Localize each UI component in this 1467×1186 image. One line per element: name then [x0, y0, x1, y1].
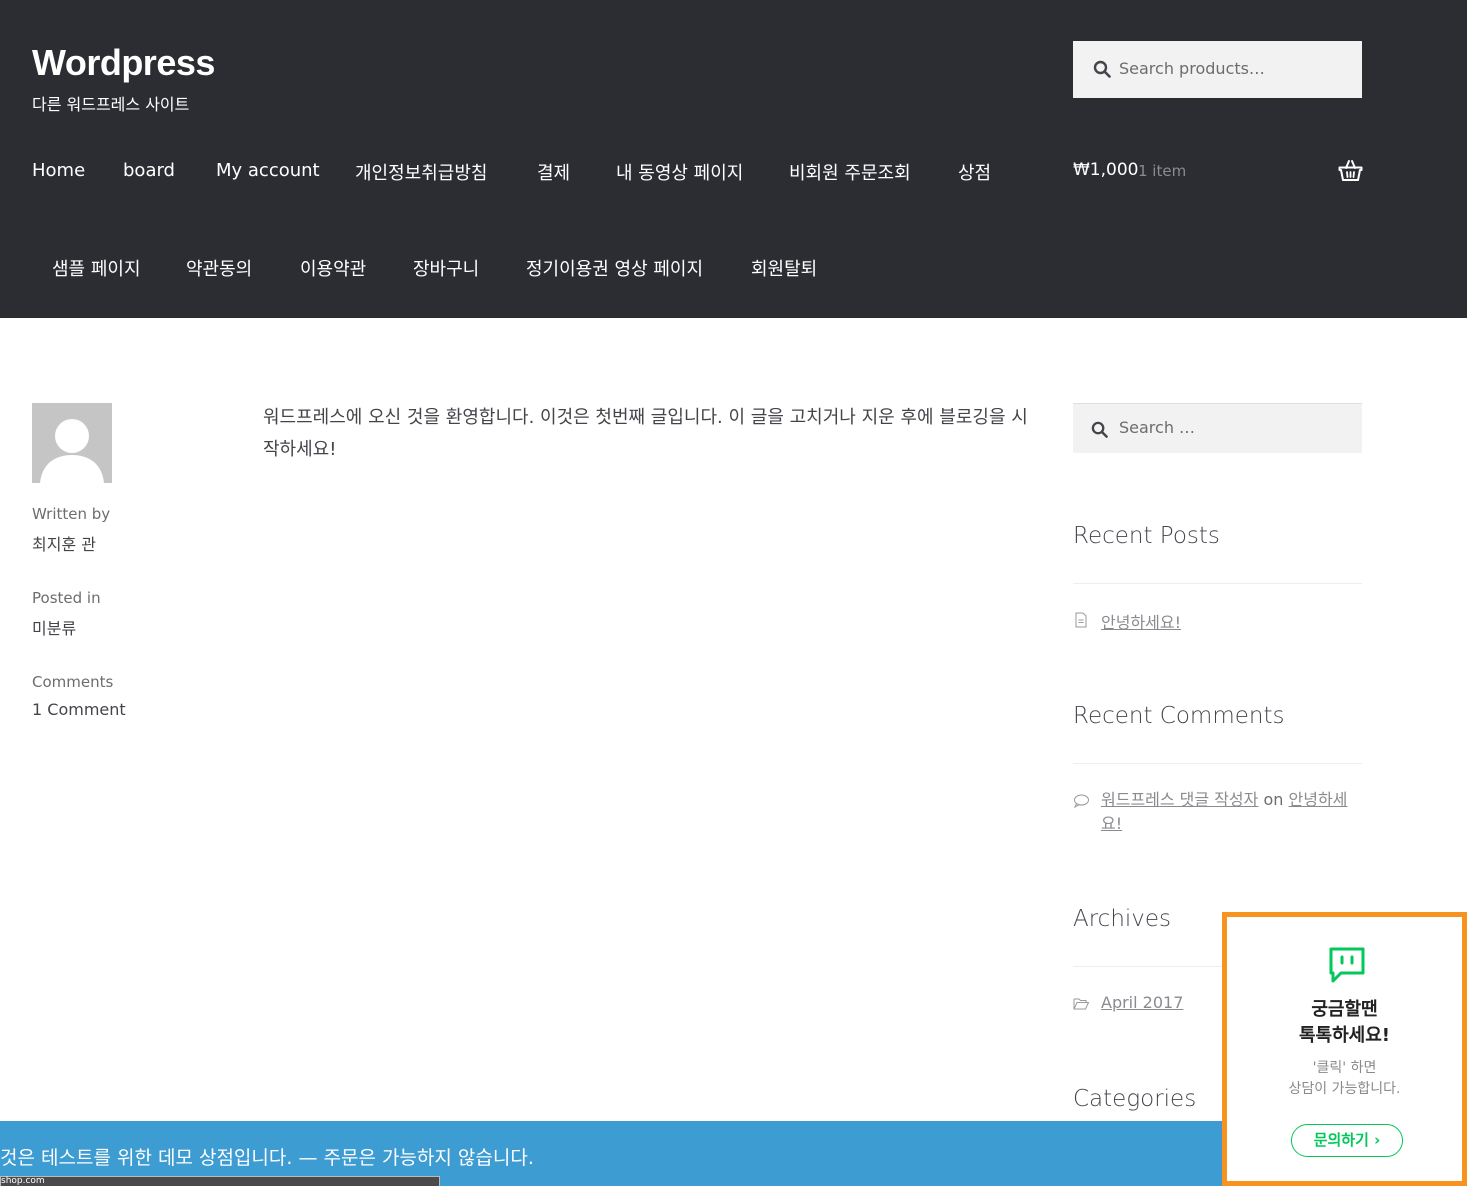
- meta-category[interactable]: 미분류: [32, 615, 76, 639]
- inquiry-button[interactable]: 문의하기 ›: [1291, 1124, 1403, 1157]
- nav-item-my-account[interactable]: My account: [216, 160, 320, 181]
- nav-item-guest-order-lookup[interactable]: 비회원 주문조회: [789, 159, 911, 185]
- status-url-text: shop.com: [1, 1176, 45, 1186]
- comment-on-text: on: [1263, 790, 1284, 809]
- site-title[interactable]: Wordpress: [32, 42, 215, 84]
- archive-link[interactable]: April 2017: [1101, 993, 1183, 1012]
- meta-author[interactable]: 최지훈 관: [32, 531, 96, 555]
- cart-count[interactable]: 1 item: [1138, 162, 1186, 180]
- nav-item-sample-page[interactable]: 샘플 페이지: [52, 255, 141, 281]
- post-content: 워드프레스에 오신 것을 환영합니다. 이것은 첫번째 글입니다. 이 글을 고…: [263, 407, 1028, 460]
- chat-headline-line2: 톡톡하세요!: [1298, 1025, 1390, 1046]
- product-search-placeholder: Search products…: [1119, 59, 1265, 78]
- archive-item: April 2017: [1073, 993, 1183, 1012]
- meta-posted-in-label: Posted in: [32, 589, 101, 607]
- chat-headline: 궁금할땐 톡톡하세요!: [1227, 997, 1462, 1049]
- archives-title: Archives: [1073, 906, 1172, 932]
- search-icon: [1093, 60, 1111, 78]
- comment-post-link[interactable]: 안녕하세: [1289, 790, 1348, 809]
- widget-divider: [1073, 763, 1362, 764]
- speech-bubble-icon: [1073, 794, 1089, 809]
- site-description: 다른 워드프레스 사이트: [32, 95, 190, 114]
- comment-post-link-cont[interactable]: 요!: [1101, 814, 1122, 833]
- recent-post-item: 안녕하세요!: [1073, 609, 1181, 633]
- nav-item-withdraw[interactable]: 회원탈퇴: [751, 255, 817, 281]
- author-avatar: [32, 403, 112, 483]
- widget-divider: [1073, 583, 1362, 584]
- nav-item-shop[interactable]: 상점: [958, 159, 991, 185]
- meta-comments-link[interactable]: 1 Comment: [32, 700, 126, 719]
- chat-subtext-line1: '클릭' 하면: [1312, 1060, 1377, 1076]
- default-avatar-icon: [32, 403, 112, 483]
- status-url-bar: shop.com: [0, 1176, 440, 1186]
- site-header: Wordpress 다른 워드프레스 사이트 Search products… …: [0, 0, 1467, 318]
- categories-title: Categories: [1073, 1086, 1197, 1112]
- talktalk-chat-widget[interactable]: 궁금할땐 톡톡하세요! '클릭' 하면 상담이 가능합니다. 문의하기 ›: [1222, 912, 1467, 1186]
- chat-subtext-line2: 상담이 가능합니다.: [1288, 1081, 1401, 1097]
- chat-headline-line1: 궁금할땐: [1311, 999, 1378, 1020]
- cart-amount[interactable]: ₩1,000: [1073, 160, 1138, 180]
- nav-item-my-videos[interactable]: 내 동영상 페이지: [616, 159, 743, 185]
- folder-icon: [1073, 998, 1089, 1010]
- comment-author-link[interactable]: 워드프레스 댓글 작성자: [1101, 790, 1258, 809]
- nav-item-subscription-videos[interactable]: 정기이용권 영상 페이지: [526, 255, 703, 281]
- recent-comments-title: Recent Comments: [1073, 703, 1285, 729]
- nav-item-terms-agreement[interactable]: 약관동의: [186, 255, 252, 281]
- nav-item-board[interactable]: board: [123, 160, 175, 181]
- nav-item-cart[interactable]: 장바구니: [413, 255, 479, 281]
- meta-written-by-label: Written by: [32, 505, 111, 523]
- search-icon: [1091, 421, 1108, 438]
- basket-icon[interactable]: [1338, 159, 1363, 182]
- demo-store-notice-text: 것은 테스트를 위한 데모 상점입니다. — 주문은 가능하지 않습니다.: [0, 1147, 534, 1169]
- nav-item-terms-of-use[interactable]: 이용약관: [300, 255, 366, 281]
- chat-bubble-icon: [1329, 947, 1365, 983]
- recent-posts-title: Recent Posts: [1073, 523, 1220, 549]
- nav-item-privacy-policy[interactable]: 개인정보취급방침: [355, 159, 487, 185]
- nav-item-home[interactable]: Home: [32, 160, 85, 181]
- meta-comments-label: Comments: [32, 673, 114, 691]
- product-search-field[interactable]: Search products…: [1073, 41, 1362, 98]
- document-icon: [1075, 612, 1087, 628]
- recent-comment-item: 워드프레스 댓글 작성자 on 안녕하세 요!: [1073, 788, 1362, 836]
- sidebar-search-placeholder: Search …: [1119, 418, 1196, 437]
- recent-post-link[interactable]: 안녕하세요!: [1101, 613, 1181, 632]
- chat-subtext: '클릭' 하면 상담이 가능합니다.: [1227, 1058, 1462, 1100]
- sidebar-search-field[interactable]: Search …: [1073, 403, 1362, 453]
- nav-item-checkout[interactable]: 결제: [537, 159, 570, 185]
